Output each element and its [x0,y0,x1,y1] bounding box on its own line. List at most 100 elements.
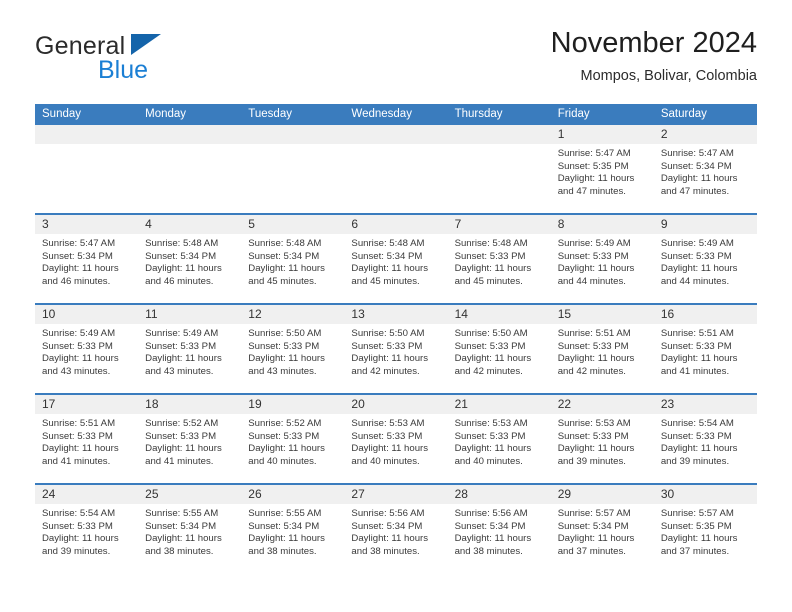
day-cell[interactable]: 1 Sunrise: 5:47 AM Sunset: 5:35 PM Dayli… [550,125,654,213]
day-cell[interactable] [344,125,448,213]
day-cell[interactable] [35,125,139,213]
day-cell[interactable]: 27 Sunrise: 5:56 AM Sunset: 5:34 PM Dayl… [344,485,448,573]
day-details: Sunrise: 5:49 AM Sunset: 5:33 PM Dayligh… [654,234,757,288]
sunrise-text: Sunrise: 5:48 AM [454,238,528,249]
daylight-text-line2: and 42 minutes. [454,365,523,377]
day-details [344,144,447,148]
day-details: Sunrise: 5:48 AM Sunset: 5:33 PM Dayligh… [448,234,551,288]
day-details: Sunrise: 5:53 AM Sunset: 5:33 PM Dayligh… [551,414,654,468]
day-number: 30 [653,485,757,504]
sunset-text: Sunset: 5:34 PM [145,520,217,532]
daylight-text-line2: and 47 minutes. [557,185,626,197]
day-cell[interactable]: 12 Sunrise: 5:50 AM Sunset: 5:33 PM Dayl… [241,305,345,393]
sunset-text: Sunset: 5:33 PM [42,340,113,352]
day-cell[interactable]: 3 Sunrise: 5:47 AM Sunset: 5:34 PM Dayli… [35,215,139,303]
daylight-text-line1: Daylight: 11 hours [660,353,738,365]
day-cell[interactable] [241,125,345,213]
sunset-text: Sunset: 5:33 PM [454,430,526,442]
day-cell[interactable] [447,125,551,213]
weekday-header-monday: Monday [145,108,187,120]
sunrise-text: Sunrise: 5:47 AM [660,148,734,159]
day-cell[interactable]: 8 Sunrise: 5:49 AM Sunset: 5:33 PM Dayli… [550,215,654,303]
daylight-text-line1: Daylight: 11 hours [351,443,429,455]
daylight-text-line2: and 39 minutes. [557,455,626,467]
week-row: 10 Sunrise: 5:49 AM Sunset: 5:33 PM Dayl… [35,303,757,393]
day-number: 5 [241,215,345,234]
day-number: 19 [241,395,345,414]
day-cell[interactable]: 10 Sunrise: 5:49 AM Sunset: 5:33 PM Dayl… [35,305,139,393]
day-number: 24 [35,485,139,504]
daylight-text-line1: Daylight: 11 hours [454,353,532,365]
daylight-text-line2: and 42 minutes. [351,365,420,377]
daylight-text-line2: and 46 minutes. [145,275,214,287]
daylight-text-line2: and 43 minutes. [42,365,111,377]
daylight-text-line1: Daylight: 11 hours [660,173,738,185]
day-cell[interactable]: 21 Sunrise: 5:53 AM Sunset: 5:33 PM Dayl… [447,395,551,483]
day-details: Sunrise: 5:50 AM Sunset: 5:33 PM Dayligh… [448,324,551,378]
daylight-text-line1: Daylight: 11 hours [42,263,119,275]
day-cell[interactable]: 16 Sunrise: 5:51 AM Sunset: 5:33 PM Dayl… [653,305,757,393]
day-details: Sunrise: 5:57 AM Sunset: 5:34 PM Dayligh… [551,504,654,558]
day-number [344,125,448,144]
day-cell[interactable]: 20 Sunrise: 5:53 AM Sunset: 5:33 PM Dayl… [344,395,448,483]
sunrise-text: Sunrise: 5:54 AM [660,418,734,429]
daylight-text-line1: Daylight: 11 hours [557,533,635,545]
day-cell[interactable]: 25 Sunrise: 5:55 AM Sunset: 5:34 PM Dayl… [138,485,242,573]
weekday-header-saturday: Saturday [660,108,707,120]
day-cell[interactable]: 22 Sunrise: 5:53 AM Sunset: 5:33 PM Dayl… [550,395,654,483]
sunrise-text: Sunrise: 5:56 AM [454,508,528,519]
daylight-text-line2: and 41 minutes. [660,365,730,377]
general-blue-logo[interactable]: General Blue [35,26,315,88]
sunset-text: Sunset: 5:33 PM [660,430,732,442]
week-row: 24 Sunrise: 5:54 AM Sunset: 5:33 PM Dayl… [35,483,757,573]
daylight-text-line1: Daylight: 11 hours [557,263,635,275]
daylight-text-line1: Daylight: 11 hours [454,443,532,455]
day-cell[interactable]: 17 Sunrise: 5:51 AM Sunset: 5:33 PM Dayl… [35,395,139,483]
day-number: 13 [344,305,448,324]
sunset-text: Sunset: 5:33 PM [660,250,732,262]
day-cell[interactable] [138,125,242,213]
day-cell[interactable]: 24 Sunrise: 5:54 AM Sunset: 5:33 PM Dayl… [35,485,139,573]
day-cell[interactable]: 29 Sunrise: 5:57 AM Sunset: 5:34 PM Dayl… [550,485,654,573]
daylight-text-line2: and 41 minutes. [145,455,214,467]
day-cell[interactable]: 15 Sunrise: 5:51 AM Sunset: 5:33 PM Dayl… [550,305,654,393]
day-number [241,125,345,144]
day-number: 6 [344,215,448,234]
day-cell[interactable]: 14 Sunrise: 5:50 AM Sunset: 5:33 PM Dayl… [447,305,551,393]
daylight-text-line2: and 39 minutes. [660,455,730,467]
logo-text-blue: Blue [98,56,149,84]
daylight-text-line2: and 40 minutes. [248,455,317,467]
sunrise-text: Sunrise: 5:53 AM [351,418,425,429]
day-cell[interactable]: 4 Sunrise: 5:48 AM Sunset: 5:34 PM Dayli… [138,215,242,303]
day-cell[interactable]: 30 Sunrise: 5:57 AM Sunset: 5:35 PM Dayl… [653,485,757,573]
day-cell[interactable]: 28 Sunrise: 5:56 AM Sunset: 5:34 PM Dayl… [447,485,551,573]
daylight-text-line1: Daylight: 11 hours [660,533,738,545]
day-cell[interactable]: 18 Sunrise: 5:52 AM Sunset: 5:33 PM Dayl… [138,395,242,483]
sunset-text: Sunset: 5:33 PM [557,340,629,352]
day-cell[interactable]: 2 Sunrise: 5:47 AM Sunset: 5:34 PM Dayli… [653,125,757,213]
week-row: 17 Sunrise: 5:51 AM Sunset: 5:33 PM Dayl… [35,393,757,483]
day-cell[interactable]: 23 Sunrise: 5:54 AM Sunset: 5:33 PM Dayl… [653,395,757,483]
day-cell[interactable]: 5 Sunrise: 5:48 AM Sunset: 5:34 PM Dayli… [241,215,345,303]
day-cell[interactable]: 26 Sunrise: 5:55 AM Sunset: 5:34 PM Dayl… [241,485,345,573]
daylight-text-line2: and 38 minutes. [454,545,523,557]
day-number: 11 [138,305,242,324]
day-number: 20 [344,395,448,414]
day-details: Sunrise: 5:55 AM Sunset: 5:34 PM Dayligh… [138,504,241,558]
sunrise-text: Sunrise: 5:57 AM [557,508,631,519]
day-cell[interactable]: 19 Sunrise: 5:52 AM Sunset: 5:33 PM Dayl… [241,395,345,483]
daylight-text-line2: and 41 minutes. [42,455,111,467]
day-number: 16 [653,305,757,324]
day-number: 27 [344,485,448,504]
day-cell[interactable]: 13 Sunrise: 5:50 AM Sunset: 5:33 PM Dayl… [344,305,448,393]
day-cell[interactable]: 11 Sunrise: 5:49 AM Sunset: 5:33 PM Dayl… [138,305,242,393]
sunset-text: Sunset: 5:34 PM [248,250,320,262]
weekday-header-tuesday: Tuesday [248,108,292,120]
day-number: 12 [241,305,345,324]
day-cell[interactable]: 6 Sunrise: 5:48 AM Sunset: 5:34 PM Dayli… [344,215,448,303]
day-cell[interactable]: 9 Sunrise: 5:49 AM Sunset: 5:33 PM Dayli… [653,215,757,303]
daylight-text-line2: and 43 minutes. [248,365,317,377]
day-cell[interactable]: 7 Sunrise: 5:48 AM Sunset: 5:33 PM Dayli… [447,215,551,303]
sunrise-text: Sunrise: 5:48 AM [248,238,322,249]
weekday-header-thursday: Thursday [454,108,503,120]
